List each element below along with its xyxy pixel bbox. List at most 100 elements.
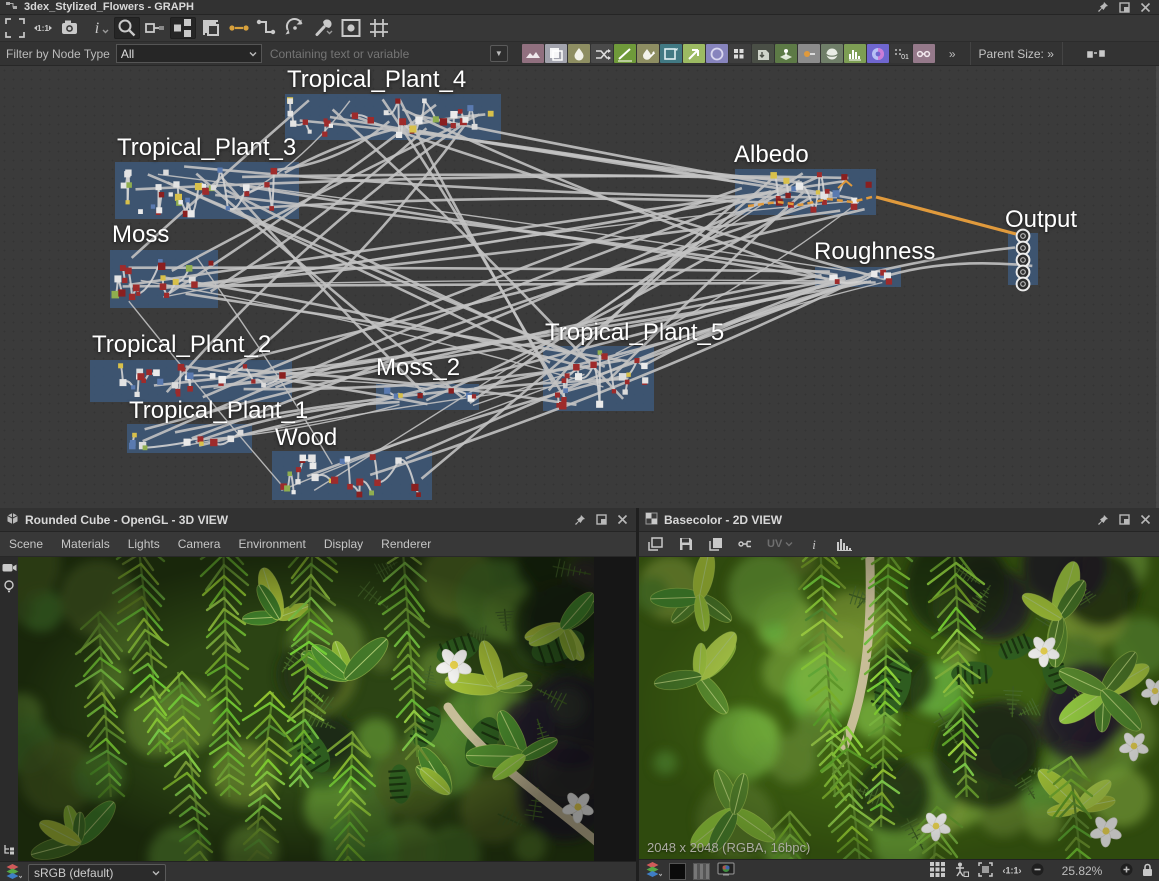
graph-frame-label-albedo[interactable]: Albedo xyxy=(734,143,809,167)
actual-size-icon[interactable]: 1:1 xyxy=(30,17,56,39)
graph-titlebar[interactable]: 3dex_Stylized_Flowers - GRAPH xyxy=(0,0,1159,15)
dot-node-icon[interactable] xyxy=(797,44,820,63)
grid-snap-icon[interactable] xyxy=(366,17,392,39)
copy-icon[interactable] xyxy=(703,533,729,555)
zoom-in-icon[interactable] xyxy=(1120,863,1133,879)
graph-filter-bar: Filter by Node Type All ▼ 01 » Parent Si… xyxy=(0,42,1159,66)
palette-overflow-chevron[interactable]: » xyxy=(941,47,964,61)
scene-tree-icon[interactable] xyxy=(0,839,18,859)
menu-scene[interactable]: Scene xyxy=(0,537,52,551)
link-display-icon[interactable] xyxy=(142,17,168,39)
menu-materials[interactable]: Materials xyxy=(52,537,119,551)
graph-canvas[interactable]: Tropical_Plant_4 Tropical_Plant_3 Albedo Ou… xyxy=(0,66,1159,510)
background-pattern-icon[interactable] xyxy=(693,862,710,880)
graph-frame-label-tp4[interactable]: Tropical_Plant_4 xyxy=(287,68,466,92)
zoom-out-icon[interactable] xyxy=(1031,863,1044,879)
close-icon[interactable] xyxy=(617,514,628,525)
camera-capture-icon[interactable] xyxy=(58,17,84,39)
close-icon[interactable] xyxy=(1140,514,1151,525)
view2d-titlebar[interactable]: Basecolor - 2D VIEW xyxy=(639,508,1159,532)
bitmap-node-icon[interactable] xyxy=(521,44,544,63)
pin-icon[interactable] xyxy=(1097,514,1109,526)
view2d-title-text: Basecolor - 2D VIEW xyxy=(664,512,783,527)
graph-frame-label-output[interactable]: Output xyxy=(1005,208,1077,232)
graph-frame-label-tp5[interactable]: Tropical_Plant_5 xyxy=(545,321,724,345)
menu-lights[interactable]: Lights xyxy=(119,537,169,551)
normal-node-icon[interactable] xyxy=(682,44,705,63)
node-type-dropdown[interactable]: All xyxy=(115,44,262,63)
blur-node-icon[interactable] xyxy=(567,44,590,63)
view2d-viewport[interactable]: 2048 x 2048 (RGBA, 16bpc) xyxy=(639,557,1159,859)
height-extract-node-icon[interactable] xyxy=(751,44,774,63)
graph-frame-label-tp3[interactable]: Tropical_Plant_3 xyxy=(117,136,296,160)
zoom-level-value[interactable]: 25.82% xyxy=(1053,864,1111,878)
pin-icon[interactable] xyxy=(1097,1,1109,13)
svg-node-icon[interactable] xyxy=(544,44,567,63)
float-icon[interactable] xyxy=(596,514,607,525)
link-graph-icon[interactable] xyxy=(733,533,759,555)
directional-blur-node-icon[interactable] xyxy=(636,44,659,63)
graph-frame-label-tp1[interactable]: Tropical_Plant_1 xyxy=(129,399,308,423)
camera-icon[interactable] xyxy=(0,557,18,577)
view3d-viewport[interactable] xyxy=(18,557,594,861)
save-icon[interactable] xyxy=(673,533,699,555)
view3d-titlebar[interactable]: Rounded Cube - OpenGL - 3D VIEW xyxy=(0,508,636,532)
connect-nodes-icon[interactable] xyxy=(1083,43,1109,65)
colorspace-dropdown[interactable]: sRGB (default) xyxy=(28,864,166,881)
cube-icon xyxy=(6,512,19,528)
pin-icon[interactable] xyxy=(574,514,586,526)
tile-sampler-node-icon[interactable] xyxy=(728,44,751,63)
color-layers-icon[interactable] xyxy=(5,864,23,881)
gradient-map-node-icon[interactable] xyxy=(866,44,889,63)
export-image-icon[interactable] xyxy=(643,533,669,555)
channel-shuffle-node-icon[interactable] xyxy=(590,44,613,63)
menu-camera[interactable]: Camera xyxy=(169,537,230,551)
graph-frame-label-roughness[interactable]: Roughness xyxy=(814,240,935,264)
graph-window-icon xyxy=(6,1,18,14)
chain-node-icon[interactable] xyxy=(912,44,935,63)
menu-environment[interactable]: Environment xyxy=(229,537,314,551)
text-filter-field[interactable]: ▼ xyxy=(267,45,508,62)
menu-display[interactable]: Display xyxy=(315,537,372,551)
tools-wrench-icon[interactable] xyxy=(310,17,336,39)
text-filter-dropdown-icon[interactable]: ▼ xyxy=(489,45,508,62)
float-icon[interactable] xyxy=(1119,514,1130,525)
graph-frame-label-moss[interactable]: Moss xyxy=(112,223,169,247)
fit-frame-icon[interactable] xyxy=(978,862,993,880)
menu-renderer[interactable]: Renderer xyxy=(372,537,440,551)
close-icon[interactable] xyxy=(1140,2,1151,13)
parent-size-button[interactable]: Parent Size: » xyxy=(969,42,1063,65)
stack-align-icon[interactable] xyxy=(198,17,224,39)
tile-grid-icon[interactable] xyxy=(930,862,945,880)
fit-view-icon[interactable] xyxy=(2,17,28,39)
histogram-node-icon[interactable] xyxy=(843,44,866,63)
bit-depth-node-icon[interactable]: 01 xyxy=(889,44,912,63)
shape-node-icon[interactable] xyxy=(705,44,728,63)
info-icon[interactable]: i xyxy=(801,533,827,555)
connection-style-icon[interactable] xyxy=(226,17,252,39)
text-filter-input[interactable] xyxy=(267,45,490,62)
graph-frame-label-wood[interactable]: Wood xyxy=(275,426,337,450)
scatter-node-icon[interactable] xyxy=(774,44,797,63)
histogram-icon[interactable] xyxy=(831,533,857,555)
reroute-icon[interactable] xyxy=(254,17,280,39)
search-icon[interactable] xyxy=(114,17,140,39)
color-layers-icon[interactable] xyxy=(645,862,663,880)
recompute-icon[interactable] xyxy=(282,17,308,39)
transform-node-icon[interactable] xyxy=(659,44,682,63)
auto-layout-icon[interactable] xyxy=(170,17,196,39)
float-icon[interactable] xyxy=(1119,1,1130,13)
background-color-swatch[interactable] xyxy=(669,862,686,880)
display-profile-icon[interactable] xyxy=(717,862,735,880)
pixel-size-icon[interactable] xyxy=(954,862,969,880)
light-bulb-icon[interactable] xyxy=(0,577,18,597)
curve-node-icon[interactable] xyxy=(613,44,636,63)
lock-icon[interactable] xyxy=(1142,863,1153,880)
graph-frame-label-tp2[interactable]: Tropical_Plant_2 xyxy=(92,333,271,357)
one-to-one-icon[interactable]: ‹1:1› xyxy=(1002,864,1022,879)
thumbnail-display-icon[interactable] xyxy=(338,17,364,39)
graph-frame-label-moss2[interactable]: Moss_2 xyxy=(376,356,460,380)
view3d-title-text: Rounded Cube - OpenGL - 3D VIEW xyxy=(25,512,229,527)
shape-3d-node-icon[interactable] xyxy=(820,44,843,63)
node-info-icon[interactable]: i xyxy=(86,17,112,39)
